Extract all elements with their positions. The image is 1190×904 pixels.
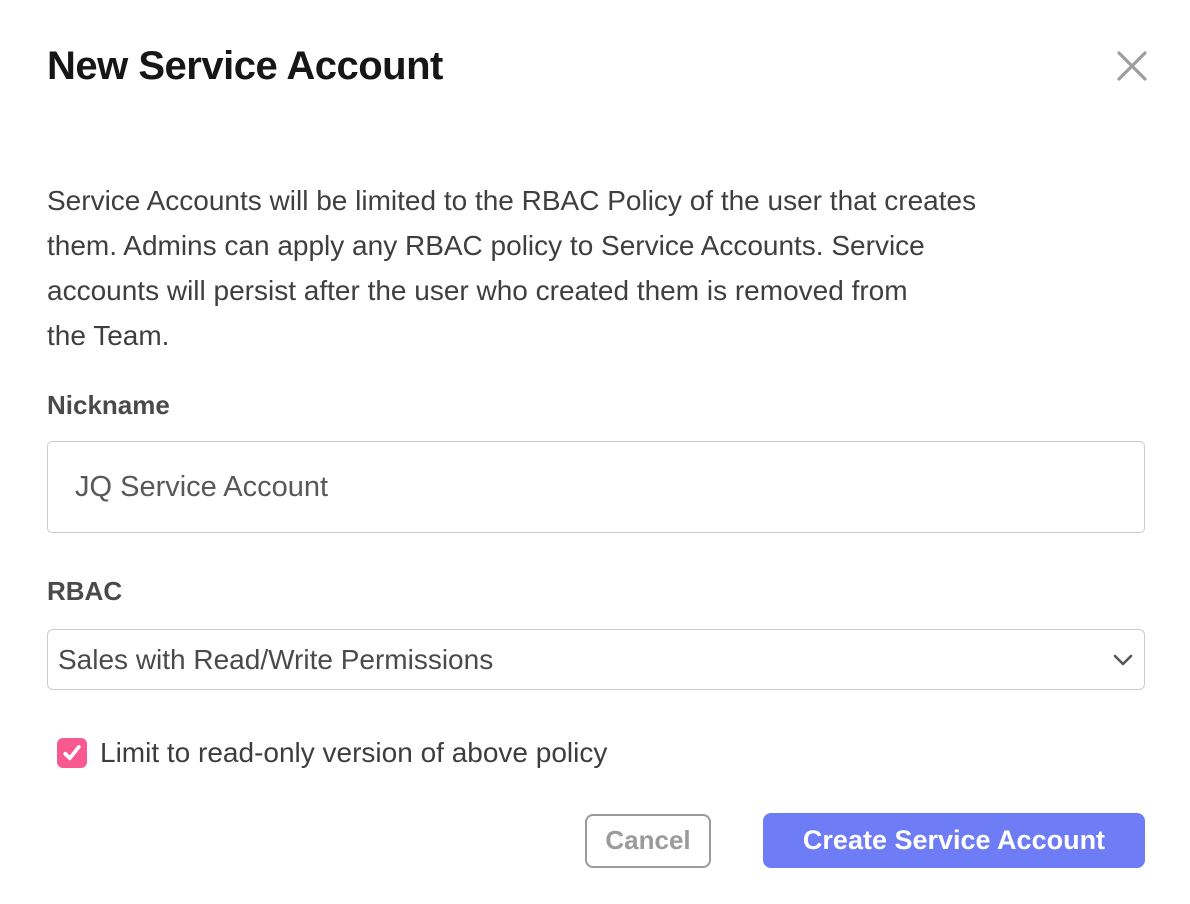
- modal-description: Service Accounts will be limited to the …: [47, 178, 1145, 358]
- read-only-checkbox-row[interactable]: Limit to read-only version of above poli…: [47, 737, 1145, 769]
- description-line: them. Admins can apply any RBAC policy t…: [47, 223, 1145, 268]
- description-line: accounts will persist after the user who…: [47, 268, 1145, 313]
- rbac-select[interactable]: Sales with Read/Write Permissions: [47, 629, 1145, 690]
- read-only-checkbox[interactable]: [57, 738, 87, 768]
- description-line: Service Accounts will be limited to the …: [47, 178, 1145, 223]
- modal-title: New Service Account: [47, 42, 1145, 90]
- close-x-glyph: [1117, 51, 1147, 81]
- read-only-checkbox-label: Limit to read-only version of above poli…: [100, 737, 607, 769]
- description-line: the Team.: [47, 313, 1145, 358]
- rbac-label: RBAC: [47, 576, 1145, 606]
- nickname-label: Nickname: [47, 390, 1145, 420]
- modal-footer: Cancel Create Service Account: [47, 813, 1145, 868]
- rbac-select-wrap: Sales with Read/Write Permissions: [47, 629, 1145, 690]
- nickname-input[interactable]: [47, 441, 1145, 533]
- close-icon[interactable]: [1110, 44, 1154, 88]
- cancel-button[interactable]: Cancel: [585, 814, 711, 868]
- checkmark-icon: [62, 744, 82, 762]
- create-service-account-button[interactable]: Create Service Account: [763, 813, 1145, 868]
- new-service-account-modal: New Service Account Service Accounts wil…: [0, 0, 1190, 904]
